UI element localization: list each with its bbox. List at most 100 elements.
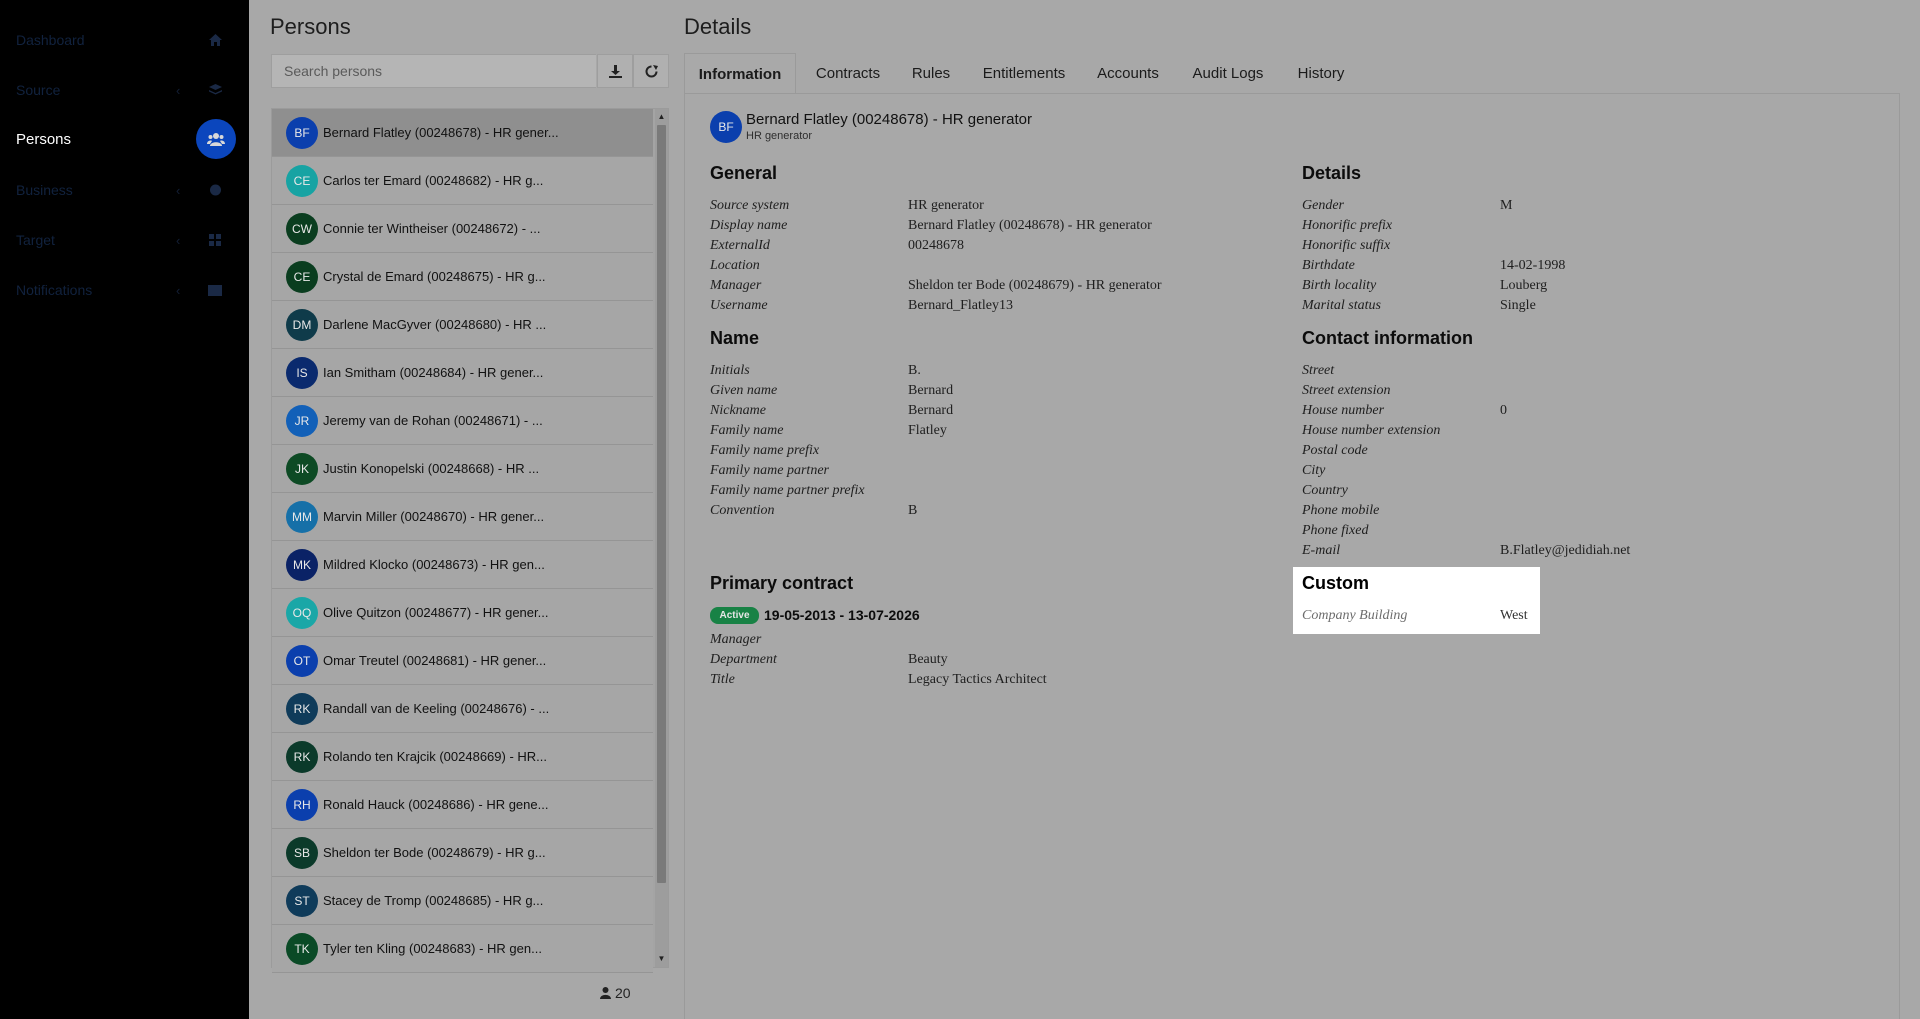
list-item[interactable]: RK Randall van de Keeling (00248676) - ..…	[272, 685, 653, 733]
list-item[interactable]: IS Ian Smitham (00248684) - HR gener...	[272, 349, 653, 397]
list-item[interactable]: CE Crystal de Emard (00248675) - HR g...	[272, 253, 653, 301]
field-value: Legacy Tactics Architect	[908, 672, 1047, 687]
tab-information[interactable]: Information	[684, 53, 796, 94]
avatar: RH	[286, 788, 318, 821]
list-item[interactable]: MM Marvin Miller (00248670) - HR gener...	[272, 493, 653, 541]
list-item[interactable]: OQ Olive Quitzon (00248677) - HR gener...	[272, 589, 653, 637]
scroll-up-arrow-icon[interactable]: ▲	[657, 111, 666, 123]
persons-title: Persons	[270, 14, 351, 39]
nav-item-source[interactable]: Source ‹	[0, 70, 249, 110]
field-value: 14-02-1998	[1500, 258, 1566, 273]
field-label: Street extension	[1302, 383, 1391, 398]
tab-audit-logs[interactable]: Audit Logs	[1185, 53, 1271, 93]
field-label: Family name partner	[710, 463, 829, 478]
field-value: 00248678	[908, 238, 964, 253]
field-value: West	[1500, 608, 1528, 623]
list-item[interactable]: OT Omar Treutel (00248681) - HR gener...	[272, 637, 653, 685]
field-value: Bernard_Flatley13	[908, 298, 1013, 313]
tab-entitlements[interactable]: Entitlements	[972, 53, 1076, 93]
tab-history[interactable]: History	[1288, 53, 1354, 93]
home-icon	[208, 33, 222, 47]
person-name: Ian Smitham (00248684) - HR gener...	[323, 365, 544, 380]
field-label: Marital status	[1302, 298, 1381, 313]
field-value: Louberg	[1500, 278, 1548, 293]
field-label: Family name	[710, 423, 784, 438]
field-label: Manager	[710, 632, 762, 647]
field-label: Source system	[710, 198, 790, 213]
list-item[interactable]: TK Tyler ten Kling (00248683) - HR gen...	[272, 925, 653, 973]
field-label: Postal code	[1302, 443, 1368, 458]
field-label: Username	[710, 298, 768, 313]
tab-rules[interactable]: Rules	[900, 53, 962, 93]
chevron-left-icon: ‹	[176, 182, 181, 198]
field-label: Display name	[710, 218, 788, 233]
nav-item-business[interactable]: Business ‹	[0, 170, 249, 210]
nav-item-target[interactable]: Target ‹	[0, 220, 249, 260]
field-value: Sheldon ter Bode (00248679) - HR generat…	[908, 278, 1162, 293]
field-label: Manager	[710, 278, 762, 293]
field-value: B.	[908, 363, 921, 378]
person-name: Crystal de Emard (00248675) - HR g...	[323, 269, 546, 284]
download-button[interactable]	[597, 54, 633, 88]
field-label: Given name	[710, 383, 778, 398]
scroll-down-arrow-icon[interactable]: ▼	[657, 953, 666, 965]
list-item[interactable]: ST Stacey de Tromp (00248685) - HR g...	[272, 877, 653, 925]
field-label: Company Building	[1302, 608, 1408, 623]
avatar: CE	[286, 260, 318, 293]
users-icon	[196, 119, 236, 159]
nav-item-notifications[interactable]: Notifications ‹	[0, 270, 249, 310]
person-name: Carlos ter Emard (00248682) - HR g...	[323, 173, 544, 188]
person-name: Stacey de Tromp (00248685) - HR g...	[323, 893, 544, 908]
list-item[interactable]: JR Jeremy van de Rohan (00248671) - ...	[272, 397, 653, 445]
field-value: B	[908, 503, 918, 518]
nav-label: Persons	[16, 130, 72, 148]
nav-label: Business	[16, 182, 73, 198]
field-label: Initials	[710, 363, 750, 378]
field-label: Honorific prefix	[1302, 218, 1393, 233]
person-name: Marvin Miller (00248670) - HR gener...	[323, 509, 545, 524]
tab-accounts[interactable]: Accounts	[1088, 53, 1168, 93]
list-item[interactable]: RH Ronald Hauck (00248686) - HR gene...	[272, 781, 653, 829]
envelope-icon	[208, 283, 222, 297]
list-item[interactable]: DM Darlene MacGyver (00248680) - HR ...	[272, 301, 653, 349]
list-item[interactable]: BF Bernard Flatley (00248678) - HR gener.…	[272, 109, 653, 157]
list-item[interactable]: CE Carlos ter Emard (00248682) - HR g...	[272, 157, 653, 205]
chevron-left-icon: ‹	[176, 82, 181, 98]
list-item[interactable]: MK Mildred Klocko (00248673) - HR gen...	[272, 541, 653, 589]
grid-icon	[208, 233, 222, 247]
field-value: 0	[1500, 403, 1507, 418]
scrollbar-thumb[interactable]	[657, 125, 666, 883]
persons-list: BF Bernard Flatley (00248678) - HR gener.…	[271, 108, 669, 973]
contract-date-range: 19-05-2013 - 13-07-2026	[764, 607, 920, 623]
refresh-button[interactable]	[633, 54, 669, 88]
scrollbar[interactable]: ▲ ▼	[655, 109, 668, 967]
search-box	[271, 54, 596, 88]
field-label: Department	[710, 652, 777, 667]
field-label: Phone fixed	[1302, 523, 1369, 538]
avatar: BF	[286, 116, 318, 149]
field-label: Phone mobile	[1302, 503, 1380, 518]
list-item[interactable]: JK Justin Konopelski (00248668) - HR ...	[272, 445, 653, 493]
list-item[interactable]: SB Sheldon ter Bode (00248679) - HR g...	[272, 829, 653, 877]
field-label: House number extension	[1302, 423, 1441, 438]
person-name: Olive Quitzon (00248677) - HR gener...	[323, 605, 549, 620]
field-label: Nickname	[710, 403, 766, 418]
field-value: M	[1500, 198, 1513, 213]
nav-item-persons[interactable]: Persons	[0, 119, 249, 159]
person-name: Bernard Flatley (00248678) - HR gener...	[323, 125, 559, 140]
field-value: Bernard Flatley (00248678) - HR generato…	[908, 218, 1152, 233]
avatar: DM	[286, 308, 318, 341]
avatar: MK	[286, 548, 318, 581]
nav-item-dashboard[interactable]: Dashboard	[0, 20, 249, 60]
list-item[interactable]: RK Rolando ten Krajcik (00248669) - HR...	[272, 733, 653, 781]
persons-count-value: 20	[615, 985, 631, 1001]
list-item[interactable]: CW Connie ter Wintheiser (00248672) - ...	[272, 205, 653, 253]
avatar: OQ	[286, 596, 318, 629]
field-label: Gender	[1302, 198, 1344, 213]
nav-label: Source	[16, 82, 61, 98]
section-name-title: Name	[710, 328, 760, 348]
field-label: Family name partner prefix	[710, 483, 865, 498]
search-input[interactable]	[272, 55, 596, 87]
tab-contracts[interactable]: Contracts	[804, 53, 892, 93]
person-name: Sheldon ter Bode (00248679) - HR g...	[323, 845, 546, 860]
